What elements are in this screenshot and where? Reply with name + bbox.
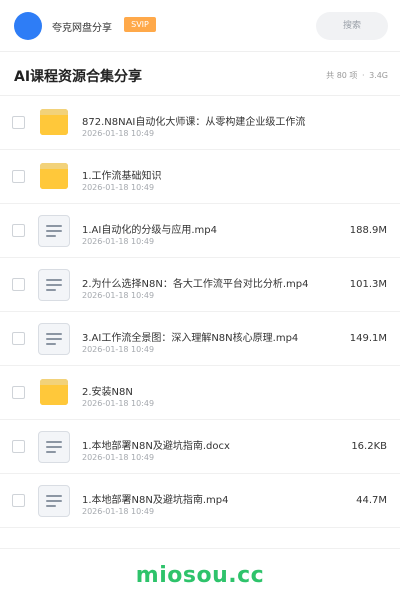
document-icon bbox=[38, 485, 70, 517]
folder-icon bbox=[38, 161, 70, 193]
item-summary: 共 80 项 · 3.4G bbox=[326, 70, 388, 81]
file-name[interactable]: 2.为什么选择N8N：各大工作流平台对比分析.mp4 bbox=[82, 275, 309, 290]
file-row[interactable]: 2.安装N8N 2026-01-18 10:49 bbox=[0, 366, 400, 420]
file-row[interactable]: 1.本地部署N8N及避坑指南.mp4 2026-01-18 10:49 44.7… bbox=[0, 474, 400, 528]
file-row[interactable]: 3.AI工作流全景图：深入理解N8N核心原理.mp4 2026-01-18 10… bbox=[0, 312, 400, 366]
document-icon bbox=[38, 431, 70, 463]
file-name[interactable]: 1.AI自动化的分级与应用.mp4 bbox=[82, 221, 217, 236]
file-name[interactable]: 1.工作流基础知识 bbox=[82, 167, 162, 182]
file-date: 2026-01-18 10:49 bbox=[82, 507, 155, 516]
file-size: 188.9M bbox=[349, 225, 387, 236]
folder-icon bbox=[38, 377, 70, 409]
avatar[interactable] bbox=[14, 12, 42, 40]
file-row[interactable]: 1.工作流基础知识 2026-01-18 10:49 bbox=[0, 150, 400, 204]
file-date: 2026-01-18 10:49 bbox=[82, 183, 155, 192]
file-list: 872.N8NAI自动化大师课：从零构建企业级工作流 2026-01-18 10… bbox=[0, 96, 400, 528]
row-checkbox[interactable] bbox=[12, 386, 25, 399]
file-date: 2026-01-18 10:49 bbox=[82, 399, 155, 408]
top-bar: 夸克网盘分享 SVIP 搜索 bbox=[0, 0, 400, 52]
folder-icon bbox=[38, 107, 70, 139]
file-row[interactable]: 2.为什么选择N8N：各大工作流平台对比分析.mp4 2026-01-18 10… bbox=[0, 258, 400, 312]
file-name[interactable]: 1.本地部署N8N及避坑指南.docx bbox=[82, 437, 230, 452]
file-name[interactable]: 3.AI工作流全景图：深入理解N8N核心原理.mp4 bbox=[82, 329, 298, 344]
row-checkbox[interactable] bbox=[12, 332, 25, 345]
file-size: 44.7M bbox=[356, 495, 387, 506]
file-size: 101.3M bbox=[349, 279, 387, 290]
file-row[interactable]: 1.本地部署N8N及避坑指南.docx 2026-01-18 10:49 16.… bbox=[0, 420, 400, 474]
file-size: 149.1M bbox=[349, 333, 387, 344]
username[interactable]: 夸克网盘分享 bbox=[52, 19, 112, 34]
file-date: 2026-01-18 10:49 bbox=[82, 345, 155, 354]
file-date: 2026-01-18 10:49 bbox=[82, 237, 155, 246]
file-name[interactable]: 2.安装N8N bbox=[82, 383, 133, 398]
file-date: 2026-01-18 10:49 bbox=[82, 291, 155, 300]
document-icon bbox=[38, 215, 70, 247]
item-count: 共 80 项 bbox=[326, 71, 358, 80]
footer: miosou.cc bbox=[0, 548, 400, 600]
file-date: 2026-01-18 10:49 bbox=[82, 453, 155, 462]
row-checkbox[interactable] bbox=[12, 494, 25, 507]
page-title: AI课程资源合集分享 bbox=[14, 69, 143, 85]
document-icon bbox=[38, 323, 70, 355]
row-checkbox[interactable] bbox=[12, 224, 25, 237]
search-input[interactable]: 搜索 bbox=[316, 12, 388, 40]
title-row: AI课程资源合集分享 共 80 项 · 3.4G bbox=[0, 52, 400, 96]
row-checkbox[interactable] bbox=[12, 440, 25, 453]
row-checkbox[interactable] bbox=[12, 116, 25, 129]
file-name[interactable]: 1.本地部署N8N及避坑指南.mp4 bbox=[82, 491, 229, 506]
file-row[interactable]: 1.AI自动化的分级与应用.mp4 2026-01-18 10:49 188.9… bbox=[0, 204, 400, 258]
file-row[interactable]: 872.N8NAI自动化大师课：从零构建企业级工作流 2026-01-18 10… bbox=[0, 96, 400, 150]
row-checkbox[interactable] bbox=[12, 170, 25, 183]
file-size: 16.2KB bbox=[351, 441, 387, 452]
file-date: 2026-01-18 10:49 bbox=[82, 129, 155, 138]
summary-separator: · bbox=[361, 71, 365, 80]
watermark-text: miosou.cc bbox=[135, 563, 265, 588]
total-size: 3.4G bbox=[369, 71, 388, 80]
row-checkbox[interactable] bbox=[12, 278, 25, 291]
file-name[interactable]: 872.N8NAI自动化大师课：从零构建企业级工作流 bbox=[82, 113, 305, 128]
document-icon bbox=[38, 269, 70, 301]
svip-badge: SVIP bbox=[124, 17, 156, 32]
